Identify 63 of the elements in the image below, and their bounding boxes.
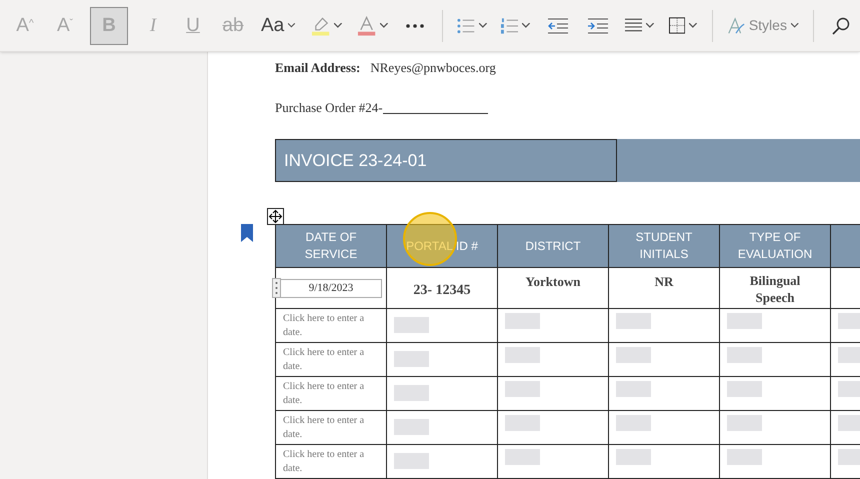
empty-field[interactable] bbox=[394, 385, 429, 401]
date-placeholder[interactable]: Click here to enter a date. bbox=[276, 410, 386, 444]
styles-icon bbox=[726, 16, 745, 36]
empty-field[interactable] bbox=[505, 347, 540, 363]
empty-field[interactable] bbox=[727, 347, 762, 363]
column-header: STUDENT INITIALS bbox=[608, 224, 720, 268]
date-field[interactable]: 9/18/2023 bbox=[280, 278, 382, 298]
date-placeholder[interactable]: Click here to enter a date. bbox=[276, 376, 386, 410]
caret-icon bbox=[790, 23, 800, 28]
highlighter-icon bbox=[310, 16, 330, 36]
caret-icon bbox=[334, 23, 343, 28]
purchase-order-text: Purchase Order #24- bbox=[275, 98, 383, 116]
table-cell: Bilingual Speech bbox=[720, 268, 830, 308]
empty-field[interactable] bbox=[394, 453, 429, 469]
column-header: DISTRICT bbox=[498, 224, 608, 268]
align-icon bbox=[625, 18, 642, 33]
more-icon bbox=[406, 24, 424, 28]
table-cell: Yorktown bbox=[498, 268, 608, 308]
table-cell: NR bbox=[608, 268, 720, 308]
caret-icon bbox=[288, 23, 296, 28]
click-highlight bbox=[403, 212, 457, 266]
field-label: Email Address: bbox=[275, 59, 360, 77]
drag-handle-icon bbox=[272, 278, 281, 298]
empty-field[interactable] bbox=[505, 381, 540, 397]
toolbar-button[interactable]: Aa bbox=[254, 6, 303, 44]
decrease-indent-icon bbox=[548, 18, 568, 34]
table-cell: 23- 12345 bbox=[386, 268, 498, 308]
increase-indent-icon bbox=[588, 18, 608, 34]
borders-icon bbox=[668, 17, 686, 34]
empty-field[interactable] bbox=[505, 449, 540, 465]
empty-field[interactable] bbox=[727, 415, 762, 431]
move-handle-icon[interactable] bbox=[267, 208, 284, 225]
empty-field[interactable] bbox=[394, 317, 429, 333]
column-header: TYPE OF EVALUATION bbox=[720, 224, 830, 268]
caret-icon bbox=[689, 23, 698, 28]
empty-field[interactable] bbox=[505, 313, 540, 329]
column-header: DATE OF SERVICE bbox=[276, 224, 386, 268]
date-placeholder[interactable]: Click here to enter a date. bbox=[276, 308, 386, 342]
caret-icon bbox=[646, 23, 655, 28]
date-placeholder[interactable]: Click here to enter a date. bbox=[276, 342, 386, 376]
toolbar-button[interactable]: Styles bbox=[720, 6, 806, 44]
bookmark-icon bbox=[241, 224, 253, 242]
invoice-title: INVOICE 23-24-01 bbox=[275, 139, 617, 182]
numbered-list-icon bbox=[501, 18, 518, 34]
empty-field[interactable] bbox=[727, 381, 762, 397]
bullet-list-icon bbox=[457, 18, 475, 34]
caret-icon bbox=[478, 23, 488, 28]
search-icon bbox=[832, 16, 850, 34]
email-text: NReyes@pnwboces.org bbox=[370, 59, 496, 77]
date-placeholder[interactable]: Click here to enter a date. bbox=[276, 444, 386, 478]
empty-field[interactable] bbox=[616, 449, 651, 465]
empty-field[interactable] bbox=[394, 419, 429, 435]
empty-field[interactable] bbox=[616, 381, 651, 397]
empty-field[interactable] bbox=[394, 351, 429, 367]
empty-field[interactable] bbox=[727, 313, 762, 329]
empty-field[interactable] bbox=[616, 415, 651, 431]
font-color-icon bbox=[356, 16, 376, 36]
caret-icon bbox=[380, 23, 388, 28]
empty-field[interactable] bbox=[505, 415, 540, 431]
caret-icon bbox=[522, 23, 532, 28]
empty-field[interactable] bbox=[616, 313, 651, 329]
empty-field[interactable] bbox=[727, 449, 762, 465]
empty-field[interactable] bbox=[616, 347, 651, 363]
